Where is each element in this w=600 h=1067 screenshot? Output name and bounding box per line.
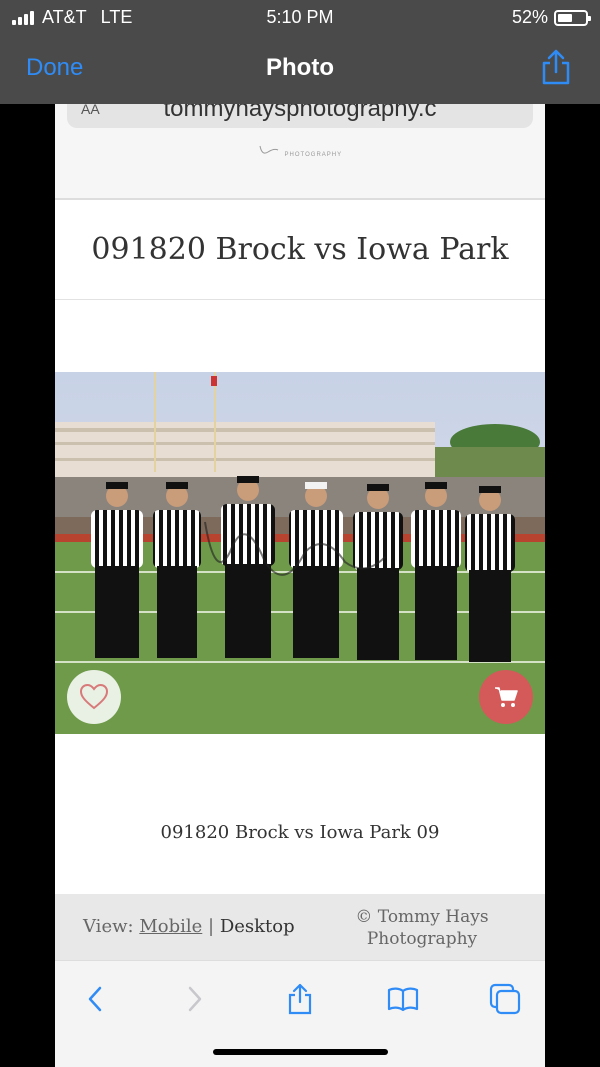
bookmarks-icon[interactable]	[383, 981, 423, 1017]
desktop-link[interactable]: Desktop	[220, 916, 295, 937]
status-bar: AT&T LTE 5:10 PM 52%	[0, 0, 600, 34]
site-footer: View: Mobile | Desktop © Tommy Hays Phot…	[55, 894, 545, 960]
status-time: 5:10 PM	[266, 7, 334, 27]
site-header: AA tommyhaysphotography.c PHOTOGRAPHY	[55, 104, 545, 200]
battery-group: 52%	[511, 7, 591, 28]
forward-icon[interactable]	[175, 981, 215, 1017]
view-label: View:	[83, 916, 134, 937]
web-page: AA tommyhaysphotography.c PHOTOGRAPHY 09…	[55, 104, 545, 1067]
cart-icon	[495, 687, 518, 707]
reader-button[interactable]: AA	[81, 104, 100, 128]
nav-title: Photo	[266, 54, 334, 81]
gallery-photo[interactable]	[55, 372, 545, 734]
logo-signature-icon	[259, 145, 279, 154]
letterbox-left	[0, 104, 55, 1067]
favorite-button[interactable]	[67, 670, 121, 724]
logo-text: PHOTOGRAPHY	[284, 152, 343, 158]
url-text: tommyhaysphotography.c	[163, 104, 437, 122]
add-to-cart-button[interactable]	[479, 670, 533, 724]
share-icon[interactable]	[280, 981, 320, 1017]
letterbox-right	[545, 104, 600, 1067]
site-logo[interactable]: PHOTOGRAPHY	[55, 144, 545, 158]
referee-team-photo	[55, 372, 545, 734]
home-indicator[interactable]	[213, 1049, 388, 1055]
battery-icon	[554, 9, 591, 26]
view-separator: |	[208, 916, 215, 937]
navigation-bar: Done Photo	[0, 34, 600, 104]
share-icon[interactable]	[540, 48, 572, 91]
heart-icon	[79, 683, 109, 710]
battery-percent: 52%	[511, 7, 548, 27]
gallery-title: 091820 Brock vs Iowa Park	[55, 200, 545, 300]
copyright-text: © Tommy Hays Photography	[355, 907, 489, 949]
back-icon[interactable]	[75, 981, 115, 1017]
tabs-icon[interactable]	[485, 981, 525, 1017]
mobile-link[interactable]: Mobile	[139, 916, 202, 937]
photo-caption: 091820 Brock vs Iowa Park 09	[160, 822, 440, 843]
address-bar[interactable]: AA tommyhaysphotography.c	[67, 104, 533, 128]
view-switcher: View: Mobile | Desktop	[83, 916, 295, 937]
